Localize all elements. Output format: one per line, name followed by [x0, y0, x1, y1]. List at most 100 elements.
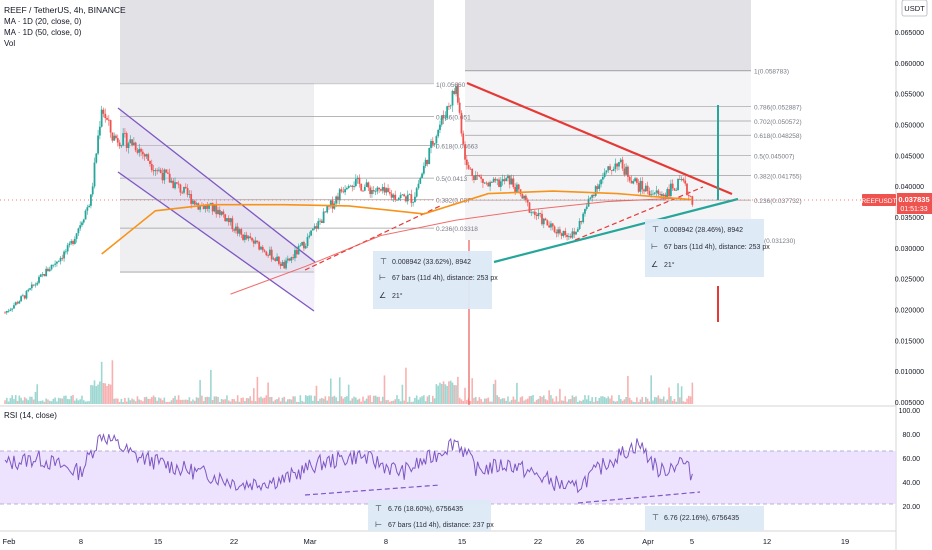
rsi-tick-label: 40.00 — [902, 480, 920, 487]
candle-body — [319, 220, 321, 222]
candle-body — [236, 226, 239, 234]
candle-body — [64, 251, 67, 253]
candle-body — [383, 187, 386, 193]
fib-right-label: 0.618(0.048258) — [754, 133, 802, 140]
candle-body — [113, 135, 116, 141]
time-axis[interactable]: Feb 8 15 22 Mar 8 15 22 26 Apr 5 12 19 — [3, 537, 850, 546]
candle-body — [476, 175, 479, 176]
candle-body — [684, 180, 687, 184]
volume-bar — [201, 395, 203, 404]
candle-body — [446, 106, 449, 118]
volume-bar — [170, 400, 173, 404]
measure-box-1[interactable]: ⊤ 0.008942 (33.62%), 8942 ⊢ 67 bars (11d… — [373, 251, 498, 309]
volume-bar — [539, 396, 542, 404]
measure-box-2[interactable]: ⊤ 0.008942 (28.46%), 8942 ⊢ 67 bars (11d… — [645, 219, 770, 277]
volume-bar — [473, 397, 475, 404]
candle-body — [442, 115, 445, 118]
price-tick-label: 0.040000 — [895, 184, 924, 191]
measure-box-3[interactable]: ⊤ 6.76 (18.60%), 6756435 ⊢ 67 bars (11d … — [368, 500, 494, 531]
vol-legend[interactable]: Vol — [4, 39, 15, 48]
volume-bar — [25, 398, 28, 404]
volume-bar — [324, 396, 327, 404]
candle-body — [170, 180, 173, 183]
volume-bar — [152, 395, 155, 404]
candle-body — [134, 142, 137, 151]
volume-bar — [295, 401, 298, 404]
volume-bar — [430, 401, 432, 404]
candle-body — [93, 162, 96, 187]
candle-body — [172, 180, 175, 189]
volume-bar — [480, 399, 482, 404]
volume-bar — [571, 395, 574, 404]
volume-bar — [372, 395, 375, 404]
candle-body — [614, 163, 617, 170]
volume-bar — [365, 398, 368, 404]
ma20-legend[interactable]: MA · 1D (20, close, 0) — [4, 17, 82, 26]
volume-bar — [643, 401, 645, 404]
candle-body — [47, 268, 49, 272]
measure-box-4[interactable]: ⊤ 6.76 (22.16%), 6756435 — [645, 506, 764, 531]
candle-body — [612, 169, 615, 171]
candle-body — [523, 195, 525, 199]
volume-bar — [36, 384, 39, 404]
volume-bar — [367, 395, 370, 404]
volume-bar — [482, 401, 484, 404]
volume-bar — [602, 396, 604, 404]
candle-body — [659, 193, 662, 195]
candle-body — [222, 211, 225, 215]
volume-bar — [181, 399, 184, 404]
candle-body — [43, 274, 46, 277]
volume-bar — [550, 395, 552, 404]
rsi-legend[interactable]: RSI (14, close) — [4, 411, 57, 420]
candle-body — [451, 90, 454, 106]
volume-bar — [158, 397, 160, 404]
candle-body — [86, 207, 89, 211]
volume-bar — [150, 397, 153, 404]
candle-body — [141, 151, 144, 155]
candle-body — [147, 154, 150, 161]
volume-bar — [310, 395, 312, 404]
volume-bar — [140, 400, 142, 404]
price-tick-label: 0.010000 — [895, 369, 924, 376]
volume-bar — [363, 400, 366, 404]
candle-body — [639, 180, 642, 192]
volume-bar — [618, 395, 620, 404]
volume-bar — [542, 395, 545, 404]
price-tick-label: 0.025000 — [895, 277, 924, 284]
price-tick-label: 0.015000 — [895, 338, 924, 345]
candle-body — [490, 182, 493, 183]
rsi-axis[interactable]: 100.00 80.00 60.00 40.00 20.00 — [899, 408, 921, 511]
volume-bar — [111, 360, 114, 404]
candle-body — [322, 211, 325, 223]
candle-body — [158, 169, 160, 171]
candle-body — [283, 262, 286, 269]
trading-chart[interactable]: 1(0.056600.786(0.0510.618(0.046630.5(0.0… — [0, 0, 932, 550]
volume-bar — [605, 398, 608, 404]
candle-body — [372, 190, 375, 192]
candle-body — [553, 226, 556, 232]
candle-body — [238, 229, 241, 234]
candle-body — [598, 184, 601, 189]
candle-body — [59, 257, 62, 262]
volume-bar — [577, 401, 579, 404]
candle-body — [424, 159, 427, 166]
candle-body — [662, 194, 665, 197]
price-axis[interactable]: 0.065000 0.060000 0.055000 0.050000 0.045000… — [895, 30, 924, 407]
candle-body — [297, 245, 300, 255]
candle-body — [281, 262, 284, 266]
volume-bar — [573, 397, 576, 404]
volume-bar — [401, 384, 404, 404]
candle-body — [492, 178, 495, 183]
candle-body — [317, 221, 320, 229]
volume-bar — [219, 401, 221, 404]
volume-bar — [381, 396, 384, 404]
symbol-title[interactable]: REEF / TetherUS, 4h, BINANCE — [4, 5, 126, 15]
candle-body — [217, 209, 219, 215]
candle-body — [541, 213, 543, 225]
candle-body — [263, 250, 266, 252]
candle-body — [422, 165, 425, 174]
volume-bar — [95, 386, 98, 404]
ma50-legend[interactable]: MA · 1D (50, close, 0) — [4, 28, 82, 37]
candle-body — [272, 258, 275, 260]
volume-bar — [122, 401, 124, 404]
